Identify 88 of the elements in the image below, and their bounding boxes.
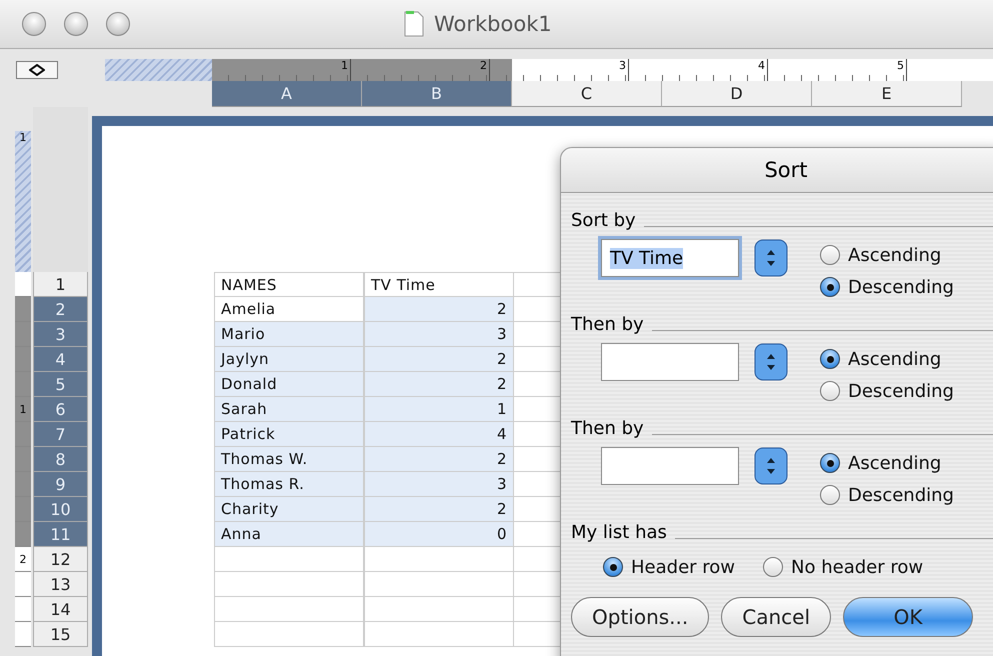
stepper-button[interactable] bbox=[754, 447, 788, 485]
ruler-segment bbox=[15, 447, 31, 472]
stepper-button[interactable] bbox=[754, 343, 788, 381]
row-header[interactable]: 14 bbox=[33, 597, 88, 622]
row-header[interactable]: 15 bbox=[33, 622, 88, 647]
radio-button[interactable]: Descending bbox=[820, 375, 954, 407]
dialog-button[interactable]: Options... bbox=[571, 597, 710, 637]
ruler-number: 1 bbox=[20, 402, 26, 416]
section-label: My list has bbox=[571, 522, 667, 543]
radio-button[interactable]: Descending bbox=[820, 479, 954, 511]
table-cell: 1 bbox=[364, 397, 514, 422]
row-header[interactable]: 9 bbox=[33, 472, 88, 497]
column-header[interactable]: D bbox=[662, 81, 812, 107]
radio-button[interactable]: Ascending bbox=[820, 343, 954, 375]
radio-button[interactable]: Ascending bbox=[820, 239, 954, 271]
table-cell: Amelia bbox=[214, 297, 364, 322]
ruler-segment bbox=[15, 597, 31, 622]
table-cell: 3 bbox=[364, 472, 514, 497]
table-cell: Thomas R. bbox=[214, 472, 364, 497]
table-cell: 2 bbox=[364, 447, 514, 472]
table-cell: Patrick bbox=[214, 422, 364, 447]
table-cell: Donald bbox=[214, 372, 364, 397]
close-button[interactable] bbox=[22, 12, 46, 36]
row-header[interactable]: 8 bbox=[33, 447, 88, 472]
ruler-segment bbox=[15, 347, 31, 372]
section-label: Then by bbox=[571, 314, 644, 335]
ok-button[interactable]: OK bbox=[843, 597, 974, 637]
ruler-number: 5 bbox=[897, 59, 904, 72]
dialog-title: Sort bbox=[561, 148, 993, 193]
radio-button[interactable]: Header row bbox=[603, 551, 736, 583]
minimize-button[interactable] bbox=[64, 12, 88, 36]
column-header[interactable]: E bbox=[812, 81, 962, 107]
table-cell: 0 bbox=[364, 522, 514, 547]
table-cell: 2 bbox=[364, 497, 514, 522]
table-cell: Mario bbox=[214, 322, 364, 347]
row-header[interactable]: 6 bbox=[33, 397, 88, 422]
radio-button[interactable]: No header row bbox=[763, 551, 924, 583]
row-header[interactable]: 5 bbox=[33, 372, 88, 397]
row-header[interactable]: 2 bbox=[33, 297, 88, 322]
ruler-number: 1 bbox=[20, 131, 26, 146]
table-cell: Thomas W. bbox=[214, 447, 364, 472]
table-cell: 4 bbox=[364, 422, 514, 447]
table-cell: Jaylyn bbox=[214, 347, 364, 372]
table-cell: 2 bbox=[364, 347, 514, 372]
ruler-number: 2 bbox=[20, 552, 26, 566]
diamond-icon bbox=[29, 64, 45, 76]
ruler-number: 4 bbox=[758, 59, 765, 72]
ruler-number: 2 bbox=[480, 59, 487, 72]
table-cell: Anna bbox=[214, 522, 364, 547]
column-header[interactable]: B bbox=[362, 81, 512, 107]
input-field[interactable] bbox=[601, 343, 739, 381]
ruler-segment bbox=[15, 622, 31, 647]
table-cell: NAMES bbox=[214, 272, 364, 297]
table-cell: 2 bbox=[364, 297, 514, 322]
zoom-button[interactable] bbox=[106, 12, 130, 36]
section-label: Then by bbox=[571, 418, 644, 439]
row-header[interactable]: 10 bbox=[33, 497, 88, 522]
row-header[interactable]: 13 bbox=[33, 572, 88, 597]
section-label: Sort by bbox=[571, 210, 636, 231]
column-header[interactable]: A bbox=[212, 81, 362, 107]
window-title: Workbook1 bbox=[434, 12, 552, 36]
row-header[interactable]: 3 bbox=[33, 322, 88, 347]
row-header[interactable]: 12 bbox=[33, 547, 88, 572]
row-header[interactable]: 7 bbox=[33, 422, 88, 447]
ruler-segment bbox=[15, 297, 31, 322]
radio-button[interactable]: Ascending bbox=[820, 447, 954, 479]
row-header[interactable]: 4 bbox=[33, 347, 88, 372]
row-header[interactable]: 1 bbox=[33, 272, 88, 297]
dialog-button[interactable]: Cancel bbox=[721, 597, 832, 637]
input-field[interactable] bbox=[601, 447, 739, 485]
row-header[interactable]: 11 bbox=[33, 522, 88, 547]
table-cell: Sarah bbox=[214, 397, 364, 422]
column-header[interactable]: C bbox=[512, 81, 662, 107]
radio-button[interactable]: Descending bbox=[820, 271, 954, 303]
table-cell: 3 bbox=[364, 322, 514, 347]
ruler-toggle-button[interactable] bbox=[16, 61, 58, 79]
ruler-segment bbox=[15, 497, 31, 522]
ruler-segment bbox=[15, 322, 31, 347]
input-field[interactable]: TV Time bbox=[601, 239, 739, 277]
table-cell: TV Time bbox=[364, 272, 514, 297]
table-cell: Charity bbox=[214, 497, 364, 522]
ruler-segment bbox=[15, 472, 31, 497]
ruler-number: 1 bbox=[341, 59, 348, 72]
table-cell: 2 bbox=[364, 372, 514, 397]
document-icon bbox=[404, 11, 424, 37]
ruler-number: 3 bbox=[619, 59, 626, 72]
ruler-segment bbox=[15, 272, 31, 297]
stepper-button[interactable] bbox=[754, 239, 788, 277]
